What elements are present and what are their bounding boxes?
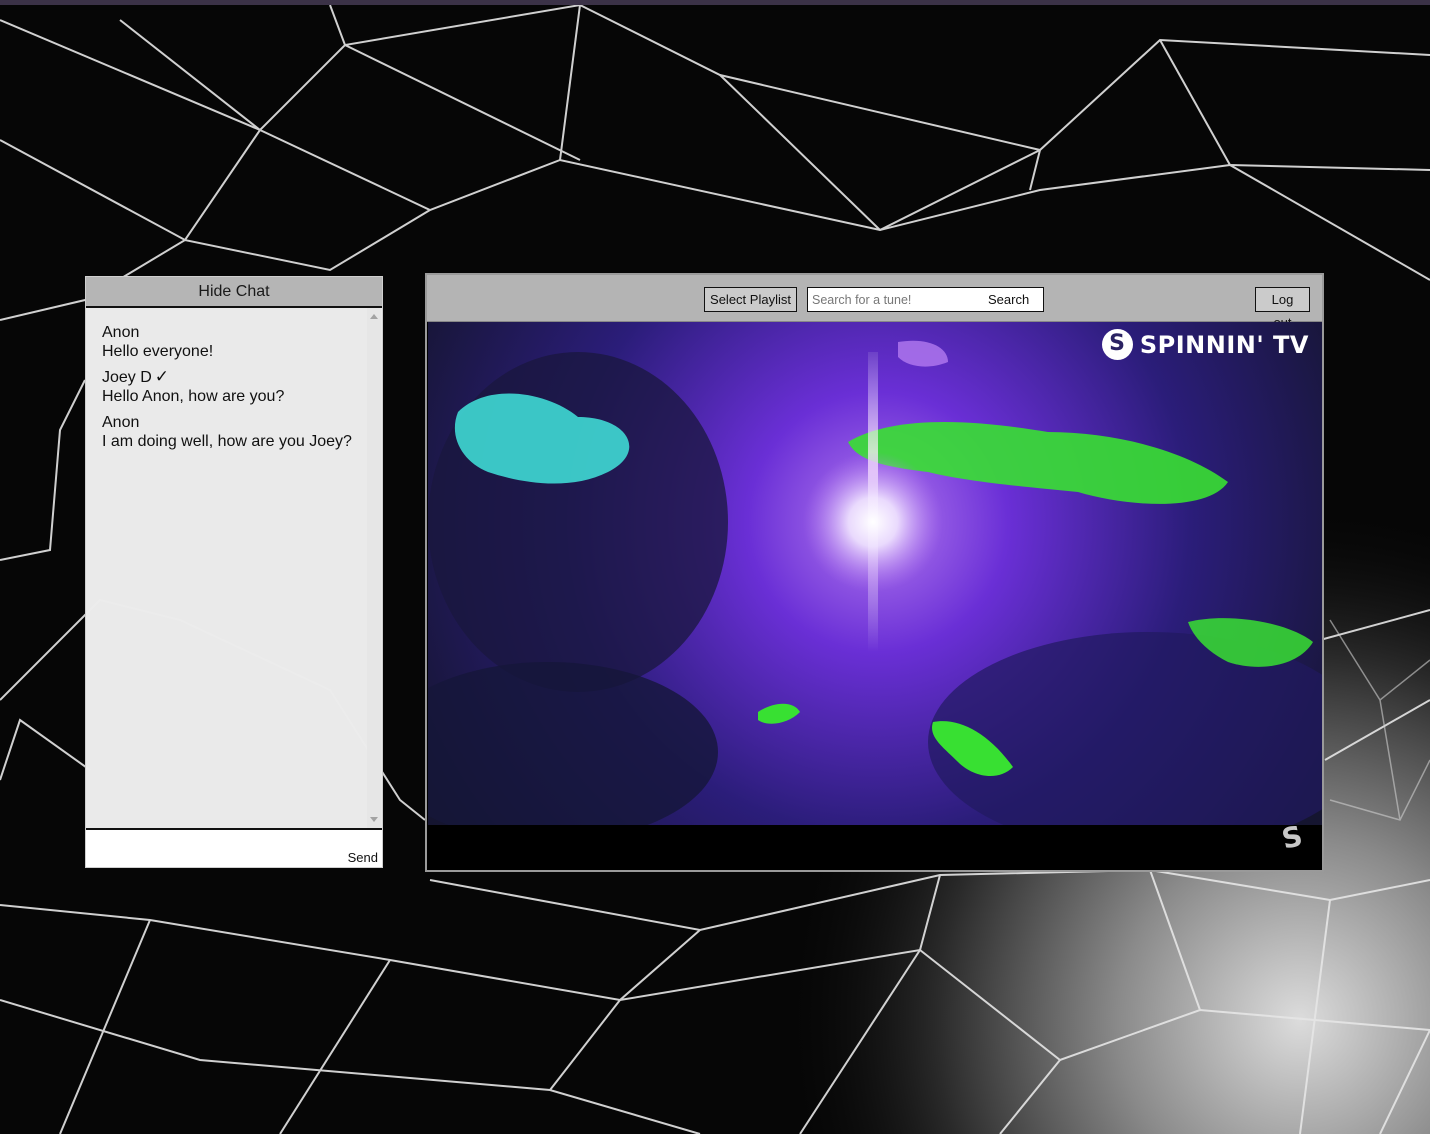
brand-text: SPINNIN' TV (1139, 330, 1309, 359)
message-author: Joey D ✓ (102, 367, 170, 386)
spinnin-logo-icon: S (1101, 329, 1133, 360)
scroll-down-arrow-icon[interactable] (370, 817, 378, 822)
message-text: I am doing well, how are you Joey? (102, 433, 352, 450)
chat-message: Anon I am doing well, how are you Joey? (102, 413, 382, 451)
chat-panel: Hide Chat Anon Hello everyone! Joey D ✓ H… (85, 276, 383, 868)
send-button[interactable]: Send (348, 850, 378, 865)
hide-chat-button[interactable]: Hide Chat (86, 277, 382, 308)
chat-message: Anon Hello everyone! (102, 323, 382, 361)
select-playlist-button[interactable]: Select Playlist (704, 287, 797, 312)
player-toolbar: Select Playlist Search Log out (427, 275, 1322, 330)
video-frame (428, 322, 1322, 825)
top-strip (0, 0, 1430, 5)
chat-message-input[interactable] (88, 832, 338, 865)
player-panel: Select Playlist Search Log out (425, 273, 1324, 872)
logout-button[interactable]: Log out (1255, 287, 1310, 330)
video-control-bar: S (427, 819, 1322, 870)
message-author: Anon (102, 414, 140, 431)
message-text: Hello Anon, how are you? (102, 388, 285, 405)
search-button[interactable]: Search (988, 288, 1029, 311)
video-player[interactable]: S SPINNIN' TV (428, 322, 1322, 825)
checkmark-icon: ✓ (154, 367, 170, 386)
chat-scrollbar[interactable] (367, 308, 381, 828)
spinnin-corner-logo-icon: S (1278, 819, 1306, 856)
spinnin-tv-brand: S SPINNIN' TV (1101, 329, 1309, 360)
search-input[interactable] (812, 291, 980, 309)
chat-message-list: Anon Hello everyone! Joey D ✓ Hello Anon,… (86, 308, 382, 828)
chat-message: Joey D ✓ Hello Anon, how are you? (102, 368, 382, 406)
chat-input-area: Send (86, 828, 382, 867)
search-box: Search (807, 287, 1044, 312)
message-text: Hello everyone! (102, 343, 214, 360)
scroll-up-arrow-icon[interactable] (370, 314, 378, 319)
message-author: Anon (102, 324, 140, 341)
